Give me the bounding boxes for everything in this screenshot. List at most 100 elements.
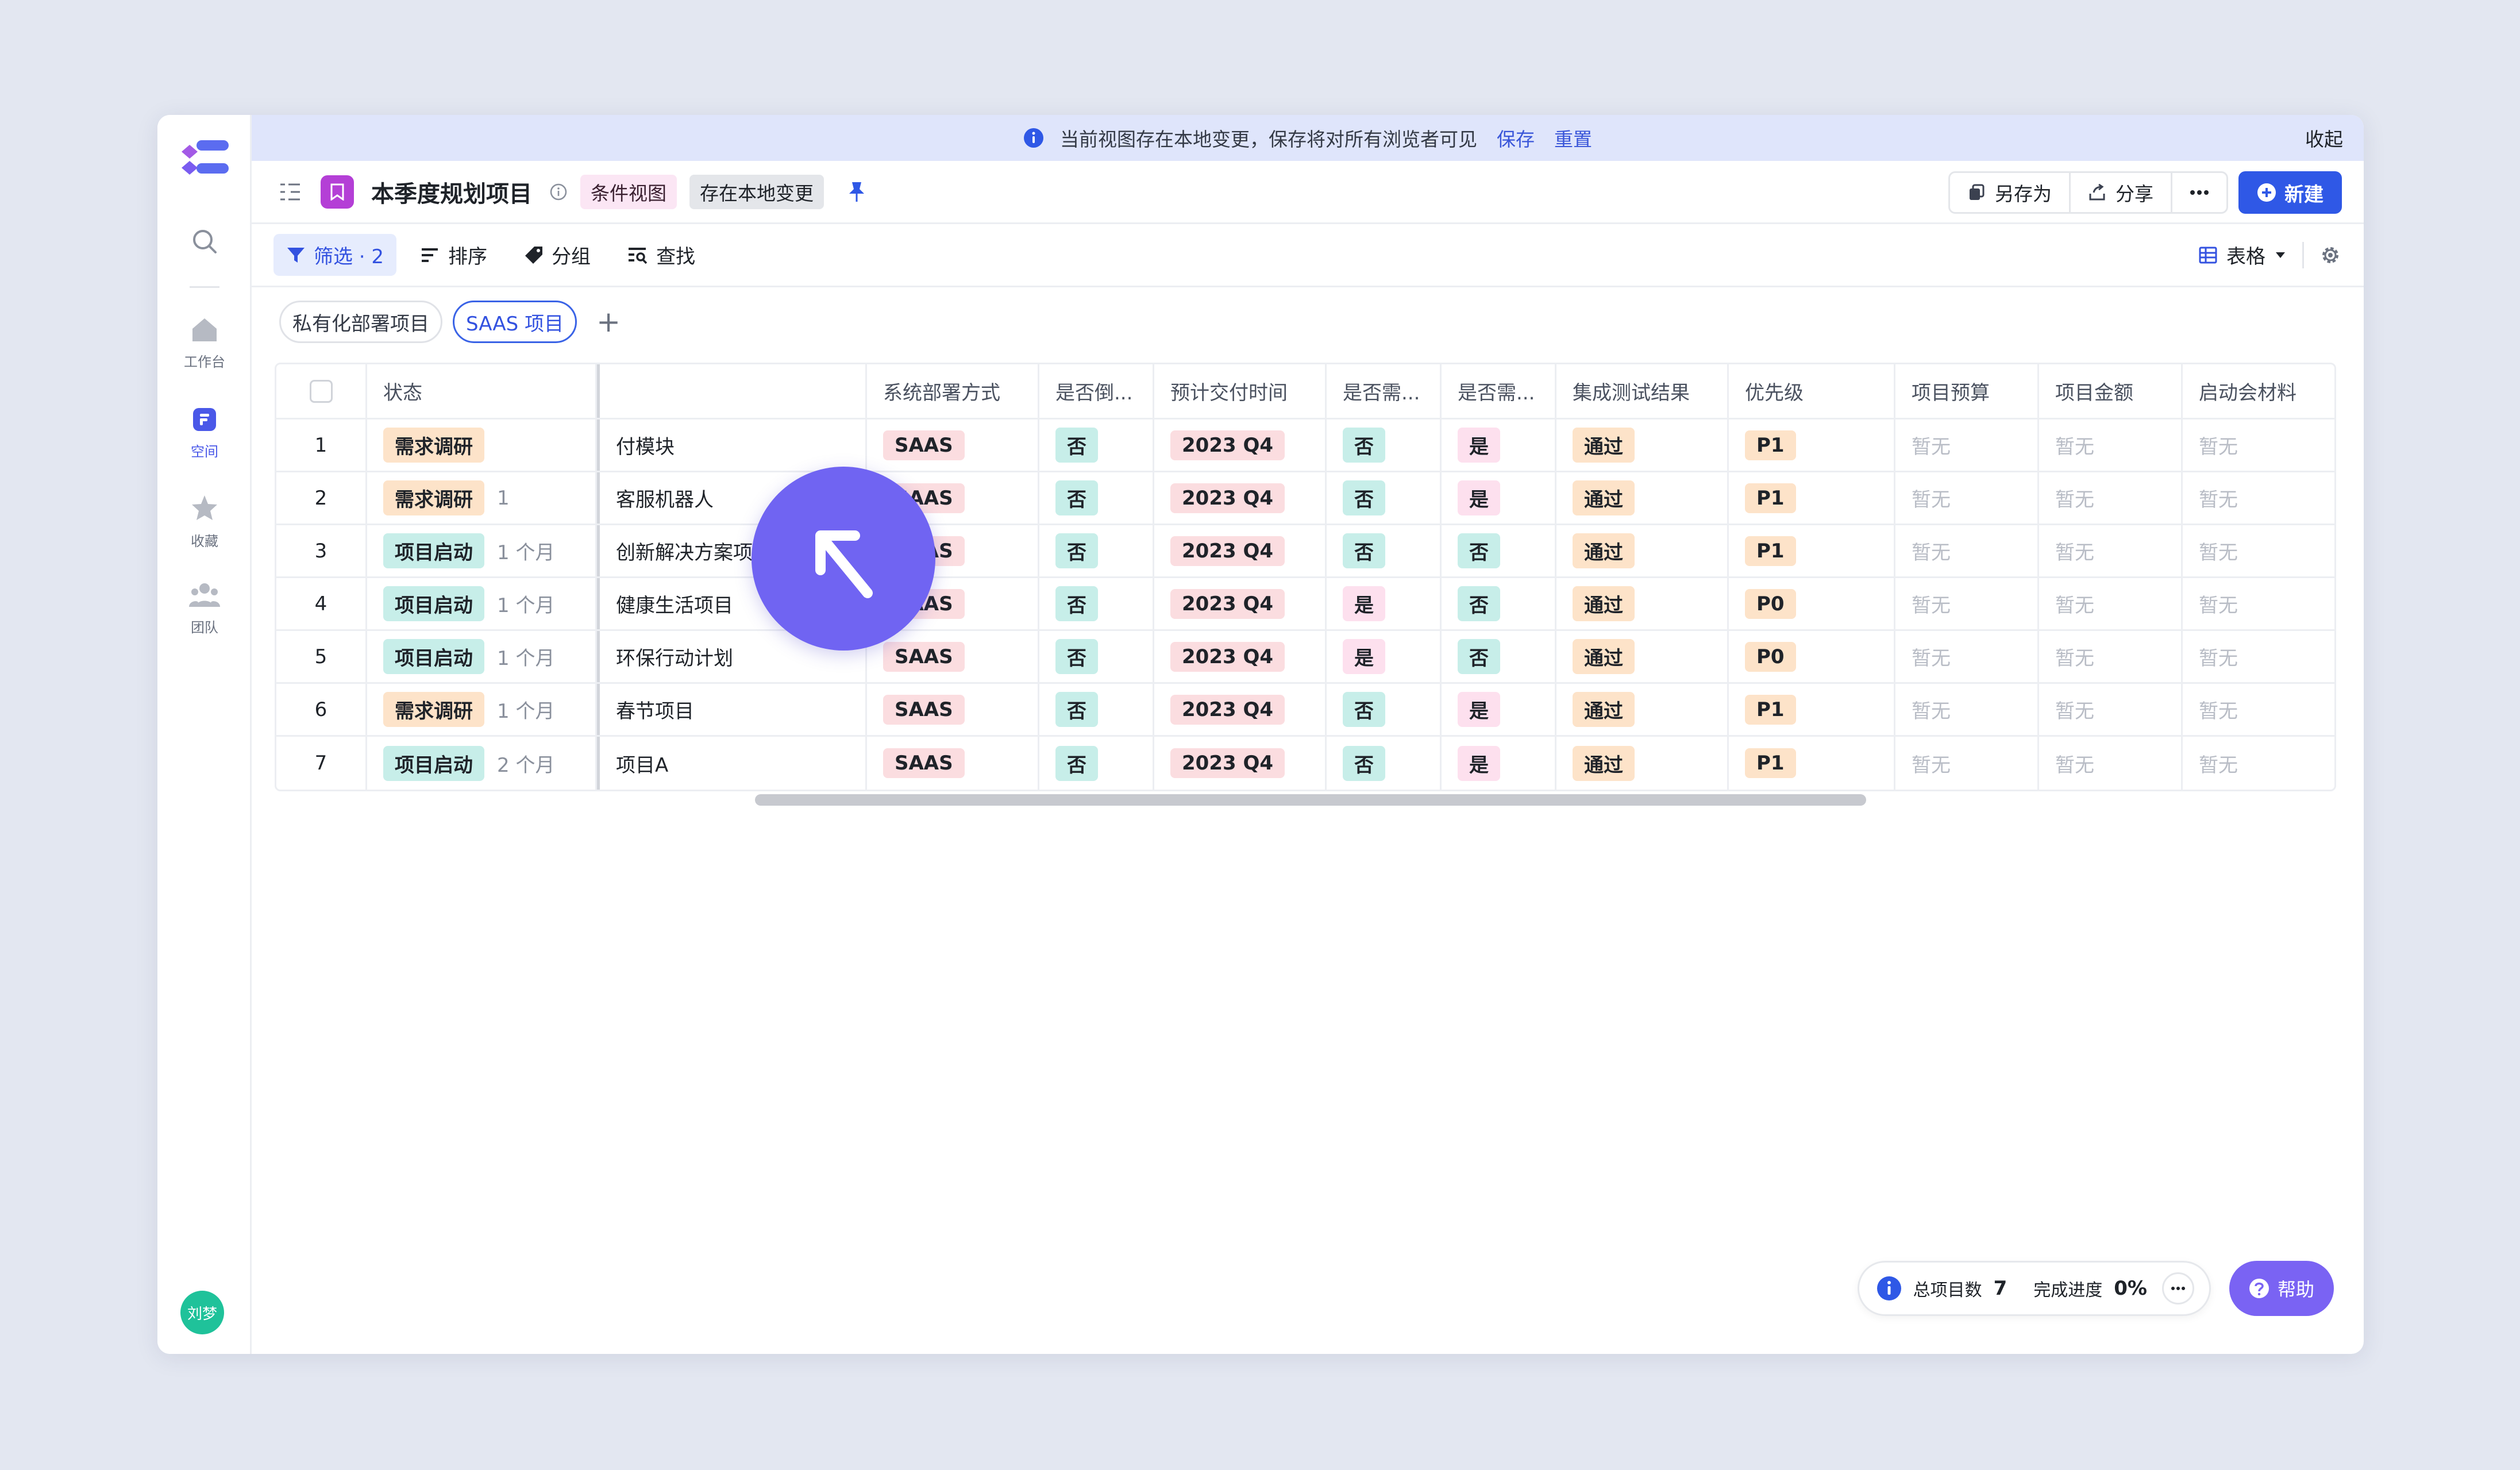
q1-cell[interactable]: 否 — [1039, 472, 1154, 524]
q2-cell[interactable]: 否 — [1327, 472, 1442, 524]
tab-private-deploy[interactable]: 私有化部署项目 — [279, 301, 442, 343]
share-button[interactable]: 分享 — [2069, 173, 2171, 212]
status-cell[interactable]: 需求调研 1 个月 — [367, 684, 597, 735]
status-cell[interactable]: 项目启动 1 个月 — [367, 525, 597, 576]
kickoff-cell[interactable]: 暂无 — [2183, 578, 2334, 629]
priority-cell[interactable]: P1 — [1729, 525, 1895, 576]
table-row[interactable]: 7 项目启动 2 个月 项目A SAAS 否 2023 Q4 否是通过 P1 暂无 暂无 暂无 — [276, 737, 2334, 790]
condition-view-tag[interactable]: 条件视图 — [580, 174, 677, 209]
budget-cell[interactable]: 暂无 — [1895, 525, 2039, 576]
stats-more-button[interactable] — [2162, 1272, 2194, 1304]
kickoff-cell[interactable]: 暂无 — [2183, 684, 2334, 735]
q3-cell[interactable]: 否 — [1442, 578, 1556, 629]
column-header-test[interactable]: 集成测试结果 — [1556, 364, 1729, 418]
add-tab-plus-icon[interactable]: + — [596, 307, 621, 336]
project-name-cell[interactable]: 春节项目 — [597, 684, 867, 735]
view-mode-dropdown[interactable]: 表格 — [2199, 241, 2286, 269]
kickoff-cell[interactable]: 暂无 — [2183, 525, 2334, 576]
budget-cell[interactable]: 暂无 — [1895, 420, 2039, 471]
priority-cell[interactable]: P1 — [1729, 420, 1895, 471]
column-header-deploy[interactable]: 系统部署方式 — [867, 364, 1039, 418]
filter-button[interactable]: 筛选 · 2 — [273, 234, 397, 276]
column-header-q2[interactable]: 是否需... — [1327, 364, 1442, 418]
deploy-cell[interactable]: SAAS — [867, 420, 1039, 471]
deploy-cell[interactable]: SAAS — [867, 631, 1039, 682]
priority-cell[interactable]: P1 — [1729, 684, 1895, 735]
table-row[interactable]: 1 需求调研 付模块 SAAS 否 2023 Q4 否是通过 P1 暂无 暂无 暂无 — [276, 420, 2334, 472]
deploy-cell[interactable]: SAAS — [867, 737, 1039, 790]
rail-item-space[interactable]: 空间 — [157, 407, 252, 460]
project-name-cell[interactable]: 项目A — [597, 737, 867, 790]
banner-collapse-button[interactable]: 收起 — [2305, 115, 2343, 161]
delivery-cell[interactable]: 2023 Q4 — [1154, 420, 1327, 471]
q3-cell[interactable]: 是 — [1442, 420, 1556, 471]
select-all-checkbox[interactable] — [309, 379, 333, 403]
q3-cell[interactable]: 是 — [1442, 684, 1556, 735]
table-row[interactable]: 3项目启动1 个月创新解决方案项目SAAS否2023 Q4否否通过P1暂无暂无暂… — [276, 525, 2334, 578]
q1-cell[interactable]: 否 — [1039, 578, 1154, 629]
column-header-q1[interactable]: 是否倒... — [1039, 364, 1154, 418]
q1-cell[interactable]: 否 — [1039, 631, 1154, 682]
table-row[interactable]: 2 需求调研 1 客服机器人 SAAS 否 2023 Q4 否是通过 P1 暂无 暂无 暂无 — [276, 472, 2334, 525]
test-result-cell[interactable]: 通过 — [1556, 420, 1729, 471]
test-result-cell[interactable]: 通过 — [1556, 472, 1729, 524]
column-header-amount[interactable]: 项目金额 — [2039, 364, 2183, 418]
q2-cell[interactable]: 否 — [1327, 684, 1442, 735]
test-result-cell[interactable]: 通过 — [1556, 525, 1729, 576]
new-button[interactable]: 新建 — [2238, 171, 2342, 214]
kickoff-cell[interactable]: 暂无 — [2183, 737, 2334, 790]
tab-saas[interactable]: SAAS 项目 — [453, 301, 577, 343]
status-cell[interactable]: 项目启动 1 个月 — [367, 631, 597, 682]
table-row[interactable]: 5 项目启动 1 个月 环保行动计划 SAAS 否 2023 Q4 是否通过 P0 暂无 暂无 暂无 — [276, 631, 2334, 684]
q2-cell[interactable]: 是 — [1327, 631, 1442, 682]
q3-cell[interactable]: 是 — [1442, 737, 1556, 790]
q1-cell[interactable]: 否 — [1039, 737, 1154, 790]
delivery-cell[interactable]: 2023 Q4 — [1154, 684, 1327, 735]
priority-cell[interactable]: P1 — [1729, 472, 1895, 524]
status-cell[interactable]: 需求调研 1 — [367, 472, 597, 524]
rail-item-workbench[interactable]: 工作台 — [157, 316, 252, 371]
table-row[interactable]: 4 项目启动 1 个月 健康生活项目 SAAS 否 2023 Q4 是否通过 P0 暂无 暂无 暂无 — [276, 578, 2334, 631]
budget-cell[interactable]: 暂无 — [1895, 578, 2039, 629]
test-result-cell[interactable]: 通过 — [1556, 737, 1729, 790]
amount-cell[interactable]: 暂无 — [2039, 420, 2183, 471]
q1-cell[interactable]: 否 — [1039, 684, 1154, 735]
test-result-cell[interactable]: 通过 — [1556, 578, 1729, 629]
budget-cell[interactable]: 暂无 — [1895, 684, 2039, 735]
group-button[interactable]: 分组 — [511, 234, 603, 276]
priority-cell[interactable]: P1 — [1729, 737, 1895, 790]
test-result-cell[interactable]: 通过 — [1556, 684, 1729, 735]
q3-cell[interactable]: 否 — [1442, 631, 1556, 682]
delivery-cell[interactable]: 2023 Q4 — [1154, 525, 1327, 576]
save-as-button[interactable]: 另存为 — [1950, 173, 2069, 212]
priority-cell[interactable]: P0 — [1729, 631, 1895, 682]
horizontal-scrollbar[interactable] — [755, 794, 1866, 806]
q2-cell[interactable]: 否 — [1327, 525, 1442, 576]
column-header-delivery[interactable]: 预计交付时间 — [1154, 364, 1327, 418]
budget-cell[interactable]: 暂无 — [1895, 631, 2039, 682]
sort-button[interactable]: 排序 — [408, 234, 500, 276]
q2-cell[interactable]: 否 — [1327, 420, 1442, 471]
amount-cell[interactable]: 暂无 — [2039, 737, 2183, 790]
kickoff-cell[interactable]: 暂无 — [2183, 631, 2334, 682]
user-avatar[interactable]: 刘梦 — [180, 1291, 224, 1334]
q1-cell[interactable]: 否 — [1039, 420, 1154, 471]
column-header-status[interactable]: 状态 — [367, 364, 597, 418]
rail-item-team[interactable]: 团队 — [157, 582, 252, 636]
column-header-budget[interactable]: 项目预算 — [1895, 364, 2039, 418]
app-logo-icon[interactable] — [179, 138, 230, 178]
local-changes-tag[interactable]: 存在本地变更 — [689, 174, 824, 209]
delivery-cell[interactable]: 2023 Q4 — [1154, 578, 1327, 629]
settings-gear-icon[interactable] — [2320, 245, 2341, 265]
column-header-q3[interactable]: 是否需... — [1442, 364, 1556, 418]
kickoff-cell[interactable]: 暂无 — [2183, 472, 2334, 524]
find-button[interactable]: 查找 — [615, 234, 708, 276]
rail-search[interactable] — [157, 228, 252, 255]
test-result-cell[interactable]: 通过 — [1556, 631, 1729, 682]
deploy-cell[interactable]: SAAS — [867, 684, 1039, 735]
delivery-cell[interactable]: 2023 Q4 — [1154, 737, 1327, 790]
amount-cell[interactable]: 暂无 — [2039, 472, 2183, 524]
status-cell[interactable]: 项目启动 2 个月 — [367, 737, 597, 790]
column-header-priority[interactable]: 优先级 — [1729, 364, 1895, 418]
amount-cell[interactable]: 暂无 — [2039, 631, 2183, 682]
